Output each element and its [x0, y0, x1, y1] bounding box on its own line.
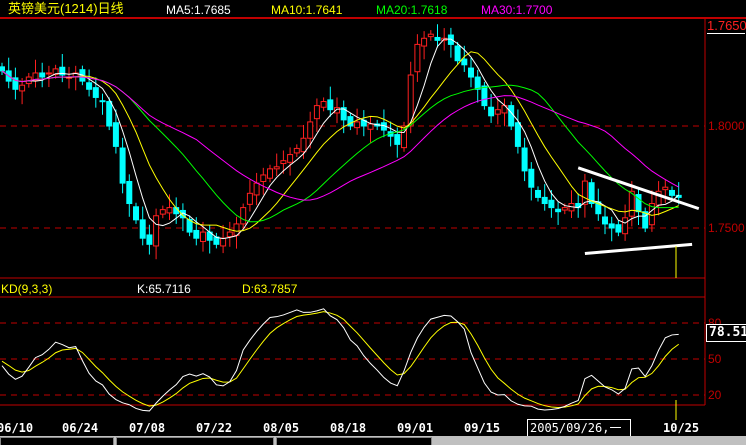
kd-k-value: K:65.7116 [137, 282, 191, 296]
price-label-1: 1.8000 [708, 119, 745, 133]
ma10-value: MA10:1.7641 [271, 3, 343, 17]
candle-up [622, 217, 629, 235]
candle-down [468, 67, 474, 78]
date-label: 08/18 [330, 421, 367, 435]
candle-down [106, 101, 113, 127]
status-segment [0, 437, 114, 445]
kd-title: KD(9,3,3) [1, 282, 53, 296]
date-label: 10/25 [663, 421, 700, 435]
candle-up [226, 231, 233, 238]
candle-up [220, 237, 227, 247]
candle-up [581, 180, 588, 205]
candle-up [561, 207, 568, 211]
candle-down [488, 106, 495, 117]
chart-canvas[interactable] [0, 0, 746, 445]
candle-up [300, 137, 307, 153]
candle-up [494, 109, 501, 115]
cursor-price-label: 1.7650 [707, 18, 746, 34]
candle-up [427, 33, 434, 38]
kd-label-50: 50 [708, 352, 722, 366]
candle-up [159, 209, 166, 215]
ma30-value: MA30:1.7700 [481, 3, 553, 17]
candle-down [548, 199, 555, 209]
candle-up [414, 43, 421, 73]
ma5-value: MA5:1.7685 [166, 3, 231, 17]
candle-down [126, 180, 133, 205]
date-label: 09/15 [464, 421, 501, 435]
candle-down [474, 76, 481, 90]
candle-down [602, 216, 608, 225]
kd-d-line [1, 311, 679, 408]
kd-label-20: 20 [708, 388, 722, 402]
candle-up [273, 166, 280, 170]
candle-down [541, 196, 548, 205]
candle-down [119, 147, 126, 184]
candle-down [555, 208, 562, 213]
date-label: 07/08 [129, 421, 166, 435]
date-label: 06/10 [0, 421, 34, 435]
candle-up [313, 105, 320, 120]
candle-down [133, 206, 139, 221]
candle-up [153, 215, 160, 247]
candle-down [86, 82, 93, 90]
candle-down [508, 105, 515, 127]
candle-up [45, 72, 52, 75]
cursor-kd-label: 78.512 [706, 324, 746, 342]
date-label: 06/24 [62, 421, 99, 435]
candle-up [354, 121, 361, 129]
candle-down [327, 99, 334, 111]
candle-up [267, 168, 273, 179]
candle-down [394, 134, 401, 145]
candle-down [528, 168, 535, 188]
candle-down [146, 234, 153, 245]
date-label: 08/05 [263, 421, 300, 435]
candle-down [615, 224, 622, 233]
status-segment [116, 437, 274, 445]
candle-down [461, 58, 468, 66]
status-segment [276, 437, 432, 445]
candle-down [454, 45, 461, 62]
candle-up [240, 207, 247, 225]
candle-up [166, 207, 173, 214]
ma5-line [1, 38, 680, 240]
candle-down [92, 87, 99, 98]
candle-up [200, 231, 206, 242]
candle-up [662, 186, 669, 191]
candle-up [280, 160, 287, 165]
candle-up [287, 154, 294, 163]
candle-down [39, 72, 46, 78]
kd-d-value: D:63.7857 [242, 282, 298, 296]
candle-up [307, 121, 314, 139]
chart-window: 英镑美元(1214)日线 MA5:1.7685 MA10:1.7641 MA20… [0, 0, 746, 445]
candle-up [293, 147, 300, 154]
candle-up [367, 123, 374, 130]
price-label-2: 1.7500 [708, 221, 745, 235]
ma20-value: MA20:1.7618 [376, 3, 448, 17]
candle-down [535, 189, 541, 198]
date-label: 07/22 [196, 421, 233, 435]
candle-up [19, 84, 26, 92]
candle-up [421, 37, 428, 47]
ma20-line [1, 70, 679, 223]
candle-down [481, 85, 488, 107]
candle-down [669, 189, 675, 196]
candle-down [521, 147, 528, 172]
candle-down [608, 223, 615, 229]
candle-down [99, 100, 106, 103]
candle-up [253, 182, 260, 196]
candle-down [514, 122, 521, 147]
kd-k-line [1, 308, 679, 412]
candle-down [139, 219, 146, 239]
chart-title: 英镑美元(1214)日线 [8, 1, 124, 16]
candle-down [0, 66, 5, 72]
candle-up [320, 101, 327, 108]
date-label: 09/01 [397, 421, 434, 435]
candle-up [246, 192, 253, 205]
candle-down [193, 229, 200, 239]
candle-down [112, 122, 119, 147]
candle-up [260, 174, 267, 182]
candle-down [434, 36, 441, 41]
